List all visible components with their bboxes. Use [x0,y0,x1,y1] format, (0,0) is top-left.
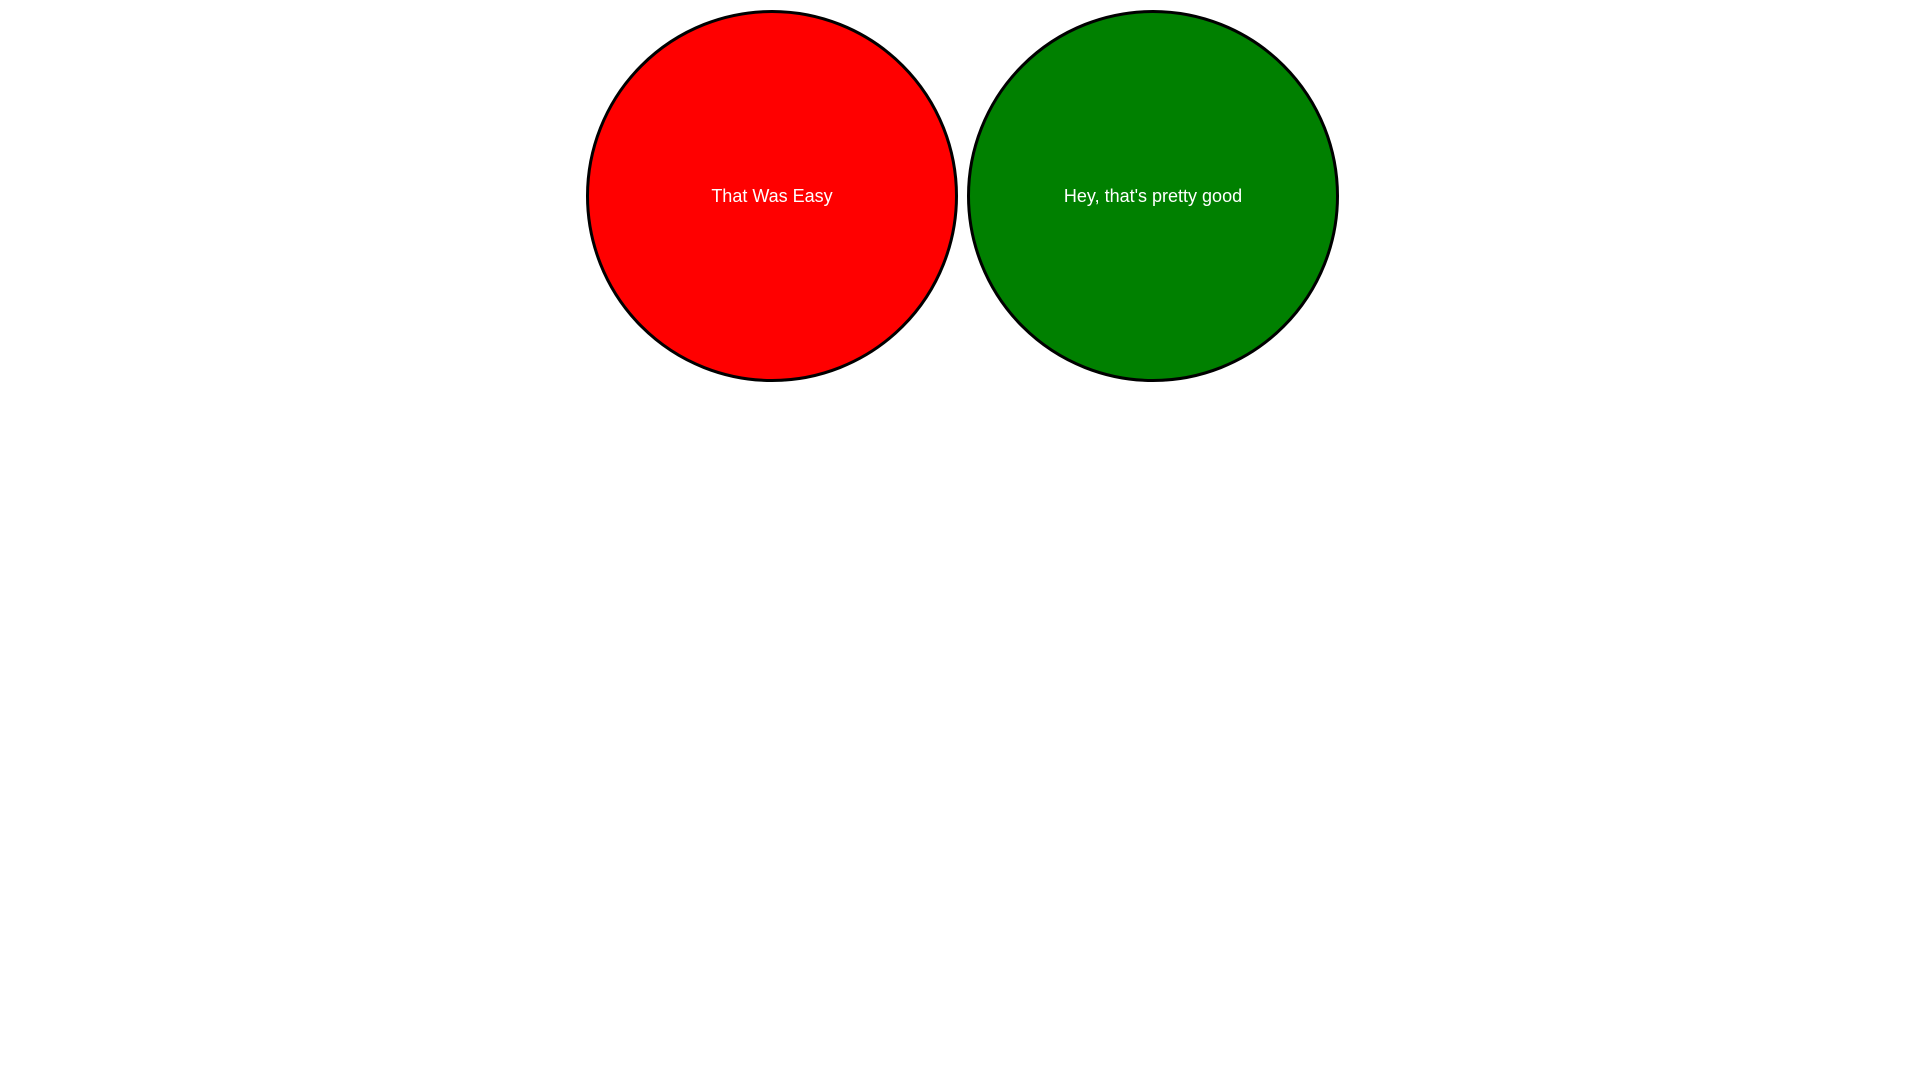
page-canvas: That Was Easy Hey, that's pretty good [0,0,1919,1079]
pretty-good-button[interactable]: Hey, that's pretty good [967,10,1339,382]
that-was-easy-label: That Was Easy [711,185,833,206]
that-was-easy-button[interactable]: That Was Easy [586,10,958,382]
pretty-good-label: Hey, that's pretty good [1063,185,1243,206]
